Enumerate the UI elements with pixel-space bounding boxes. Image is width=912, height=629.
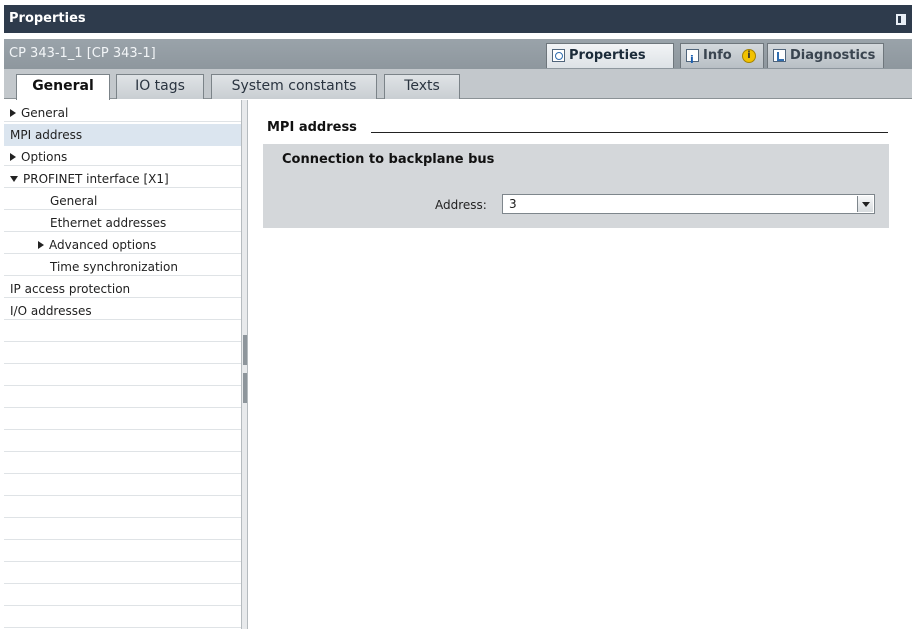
nav-row-line (4, 342, 241, 364)
collapse-arrow-icon[interactable] (10, 176, 18, 182)
nav-item-label: PROFINET interface [X1] (23, 172, 169, 186)
nav-item-label: MPI address (10, 128, 83, 142)
nav-item-label: General (21, 106, 69, 120)
section-title: MPI address (267, 120, 357, 135)
nav-item-ip-access-protection[interactable]: IP access protection (4, 278, 241, 300)
pin-icon[interactable] (896, 14, 906, 25)
nav-item-profinet-general[interactable]: General (4, 190, 241, 212)
nav-item-ethernet-addresses[interactable]: Ethernet addresses (4, 212, 241, 234)
expand-arrow-icon[interactable] (38, 241, 44, 249)
nav-row-line (4, 518, 241, 540)
dropdown-arrow-icon (862, 202, 870, 207)
info-list-icon (686, 48, 699, 71)
address-value: 3 (509, 197, 517, 211)
nav-item-mpi-address[interactable]: MPI address (4, 124, 241, 146)
tab-properties-label: Properties (569, 48, 646, 63)
content-area: MPI address Connection to backplane bus … (249, 100, 912, 629)
nav-row-line (4, 408, 241, 430)
address-select[interactable]: 3 (502, 194, 875, 214)
nav-item-profinet-interface[interactable]: PROFINET interface [X1] (4, 168, 241, 190)
nav-row-line (4, 496, 241, 518)
collapse-left-handle[interactable] (243, 335, 247, 365)
properties-title-bar: Properties (4, 5, 912, 33)
backplane-group: Connection to backplane bus Address: 3 (263, 144, 889, 228)
navigation-tree: General MPI address Options PROFINET int… (4, 100, 241, 629)
nav-row-line (4, 606, 241, 628)
nav-item-label: I/O addresses (10, 304, 92, 318)
nav-item-label: Advanced options (49, 238, 157, 252)
magnifier-icon (552, 49, 565, 62)
nav-row-line (4, 386, 241, 408)
tab-properties[interactable]: Properties (546, 43, 674, 68)
nav-item-options[interactable]: Options (4, 146, 241, 168)
nav-item-general[interactable]: General (4, 102, 241, 124)
expand-right-handle[interactable] (243, 373, 247, 403)
object-title: CP 343-1_1 [CP 343-1] (9, 46, 156, 61)
tab-diagnostics[interactable]: Diagnostics (767, 43, 884, 68)
tab-texts[interactable]: Texts (384, 74, 460, 99)
nav-row-line (4, 584, 241, 606)
nav-item-label: General (50, 194, 98, 208)
tab-system-constants[interactable]: System constants (211, 74, 377, 99)
address-dropdown-button[interactable] (857, 196, 873, 212)
nav-item-io-addresses[interactable]: I/O addresses (4, 300, 241, 322)
address-label: Address: (435, 198, 487, 212)
tab-io-tags[interactable]: IO tags (116, 74, 204, 99)
nav-row-line (4, 474, 241, 496)
nav-row-line (4, 540, 241, 562)
nav-row-line (4, 452, 241, 474)
nav-item-label: Options (21, 150, 68, 164)
expand-arrow-icon[interactable] (10, 109, 16, 117)
nav-item-advanced-options[interactable]: Advanced options (4, 234, 241, 256)
tab-general[interactable]: General (16, 74, 110, 100)
nav-item-label: IP access protection (10, 282, 131, 296)
expand-arrow-icon[interactable] (10, 153, 16, 161)
tab-diagnostics-label: Diagnostics (790, 48, 876, 63)
nav-row-line (4, 364, 241, 386)
info-circle-icon: i (742, 49, 756, 63)
nav-row-line (4, 562, 241, 584)
nav-item-label: Ethernet addresses (50, 216, 167, 230)
group-title: Connection to backplane bus (282, 152, 495, 167)
object-header-bar: CP 343-1_1 [CP 343-1] Properties Info i … (4, 39, 912, 71)
diagnostics-icon (773, 49, 786, 62)
nav-item-label: Time synchronization (50, 260, 178, 274)
nav-row-line (4, 430, 241, 452)
tab-info-label: Info (703, 48, 732, 63)
properties-tab-strip: General IO tags System constants Texts (4, 69, 912, 100)
nav-row-line (4, 320, 241, 342)
section-divider (371, 132, 888, 133)
window-title: Properties (9, 11, 86, 26)
nav-item-time-synchronization[interactable]: Time synchronization (4, 256, 241, 278)
panel-splitter[interactable] (241, 100, 248, 629)
